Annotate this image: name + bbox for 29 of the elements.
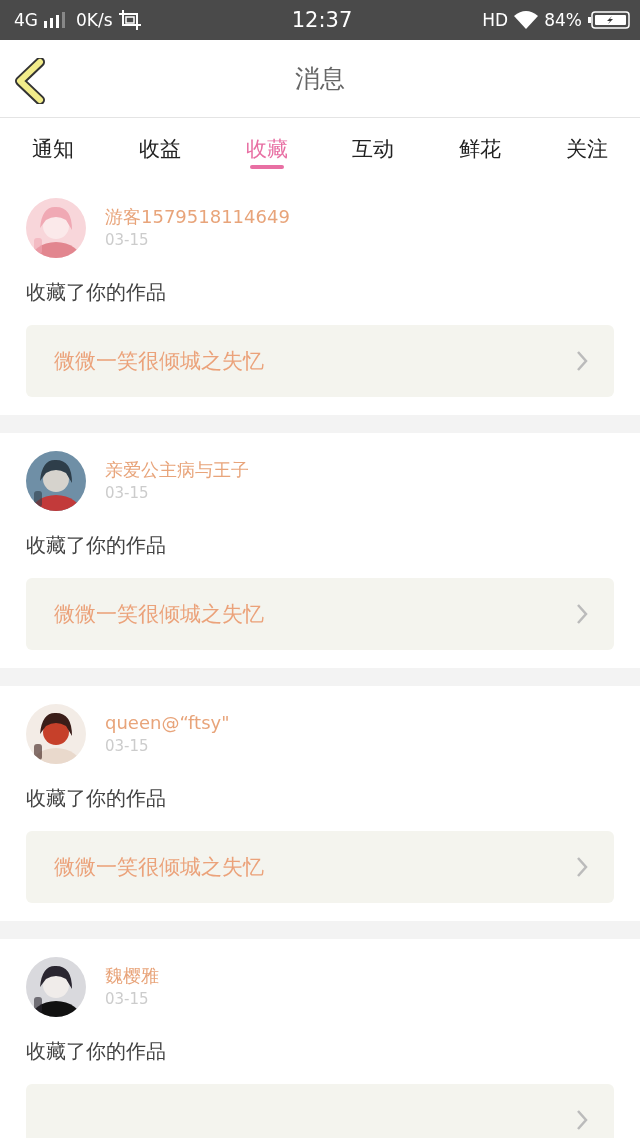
tab[interactable]: 关注 — [533, 118, 640, 180]
tab[interactable]: 通知 — [0, 118, 107, 180]
back-chevron-icon — [14, 58, 48, 104]
network-speed: 0K/s — [76, 10, 113, 30]
back-button[interactable] — [14, 58, 48, 104]
chevron-right-icon — [576, 1109, 588, 1131]
active-tab-indicator — [249, 165, 284, 169]
message-text: 收藏了你的作品 — [26, 786, 167, 810]
wifi-icon — [514, 11, 539, 29]
network-type: 4G — [14, 10, 38, 30]
battery-percent: 84% — [544, 10, 582, 30]
user-name: 魏樱雅 — [105, 965, 159, 987]
clock: 12:37 — [291, 8, 353, 32]
user-name: queen@“ftsy" — [105, 712, 230, 734]
tab[interactable]: 互动 — [320, 118, 427, 180]
hd-indicator: HD — [482, 10, 509, 30]
tab[interactable]: 鲜花 — [426, 118, 534, 180]
chevron-right-icon — [576, 603, 588, 625]
chevron-right-icon — [576, 856, 588, 878]
user-name: 亲爱公主病与王子 — [105, 459, 249, 481]
page-title: 消息 — [295, 63, 345, 95]
message-text: 收藏了你的作品 — [26, 533, 167, 557]
battery-icon — [588, 11, 630, 29]
chevron-right-icon — [576, 350, 588, 372]
message-text: 收藏了你的作品 — [26, 1039, 167, 1063]
screenshot-icon — [118, 10, 141, 30]
user-name: 游客1579518114649 — [105, 206, 290, 228]
tab[interactable]: 收益 — [106, 118, 214, 180]
message-text: 收藏了你的作品 — [26, 280, 167, 304]
